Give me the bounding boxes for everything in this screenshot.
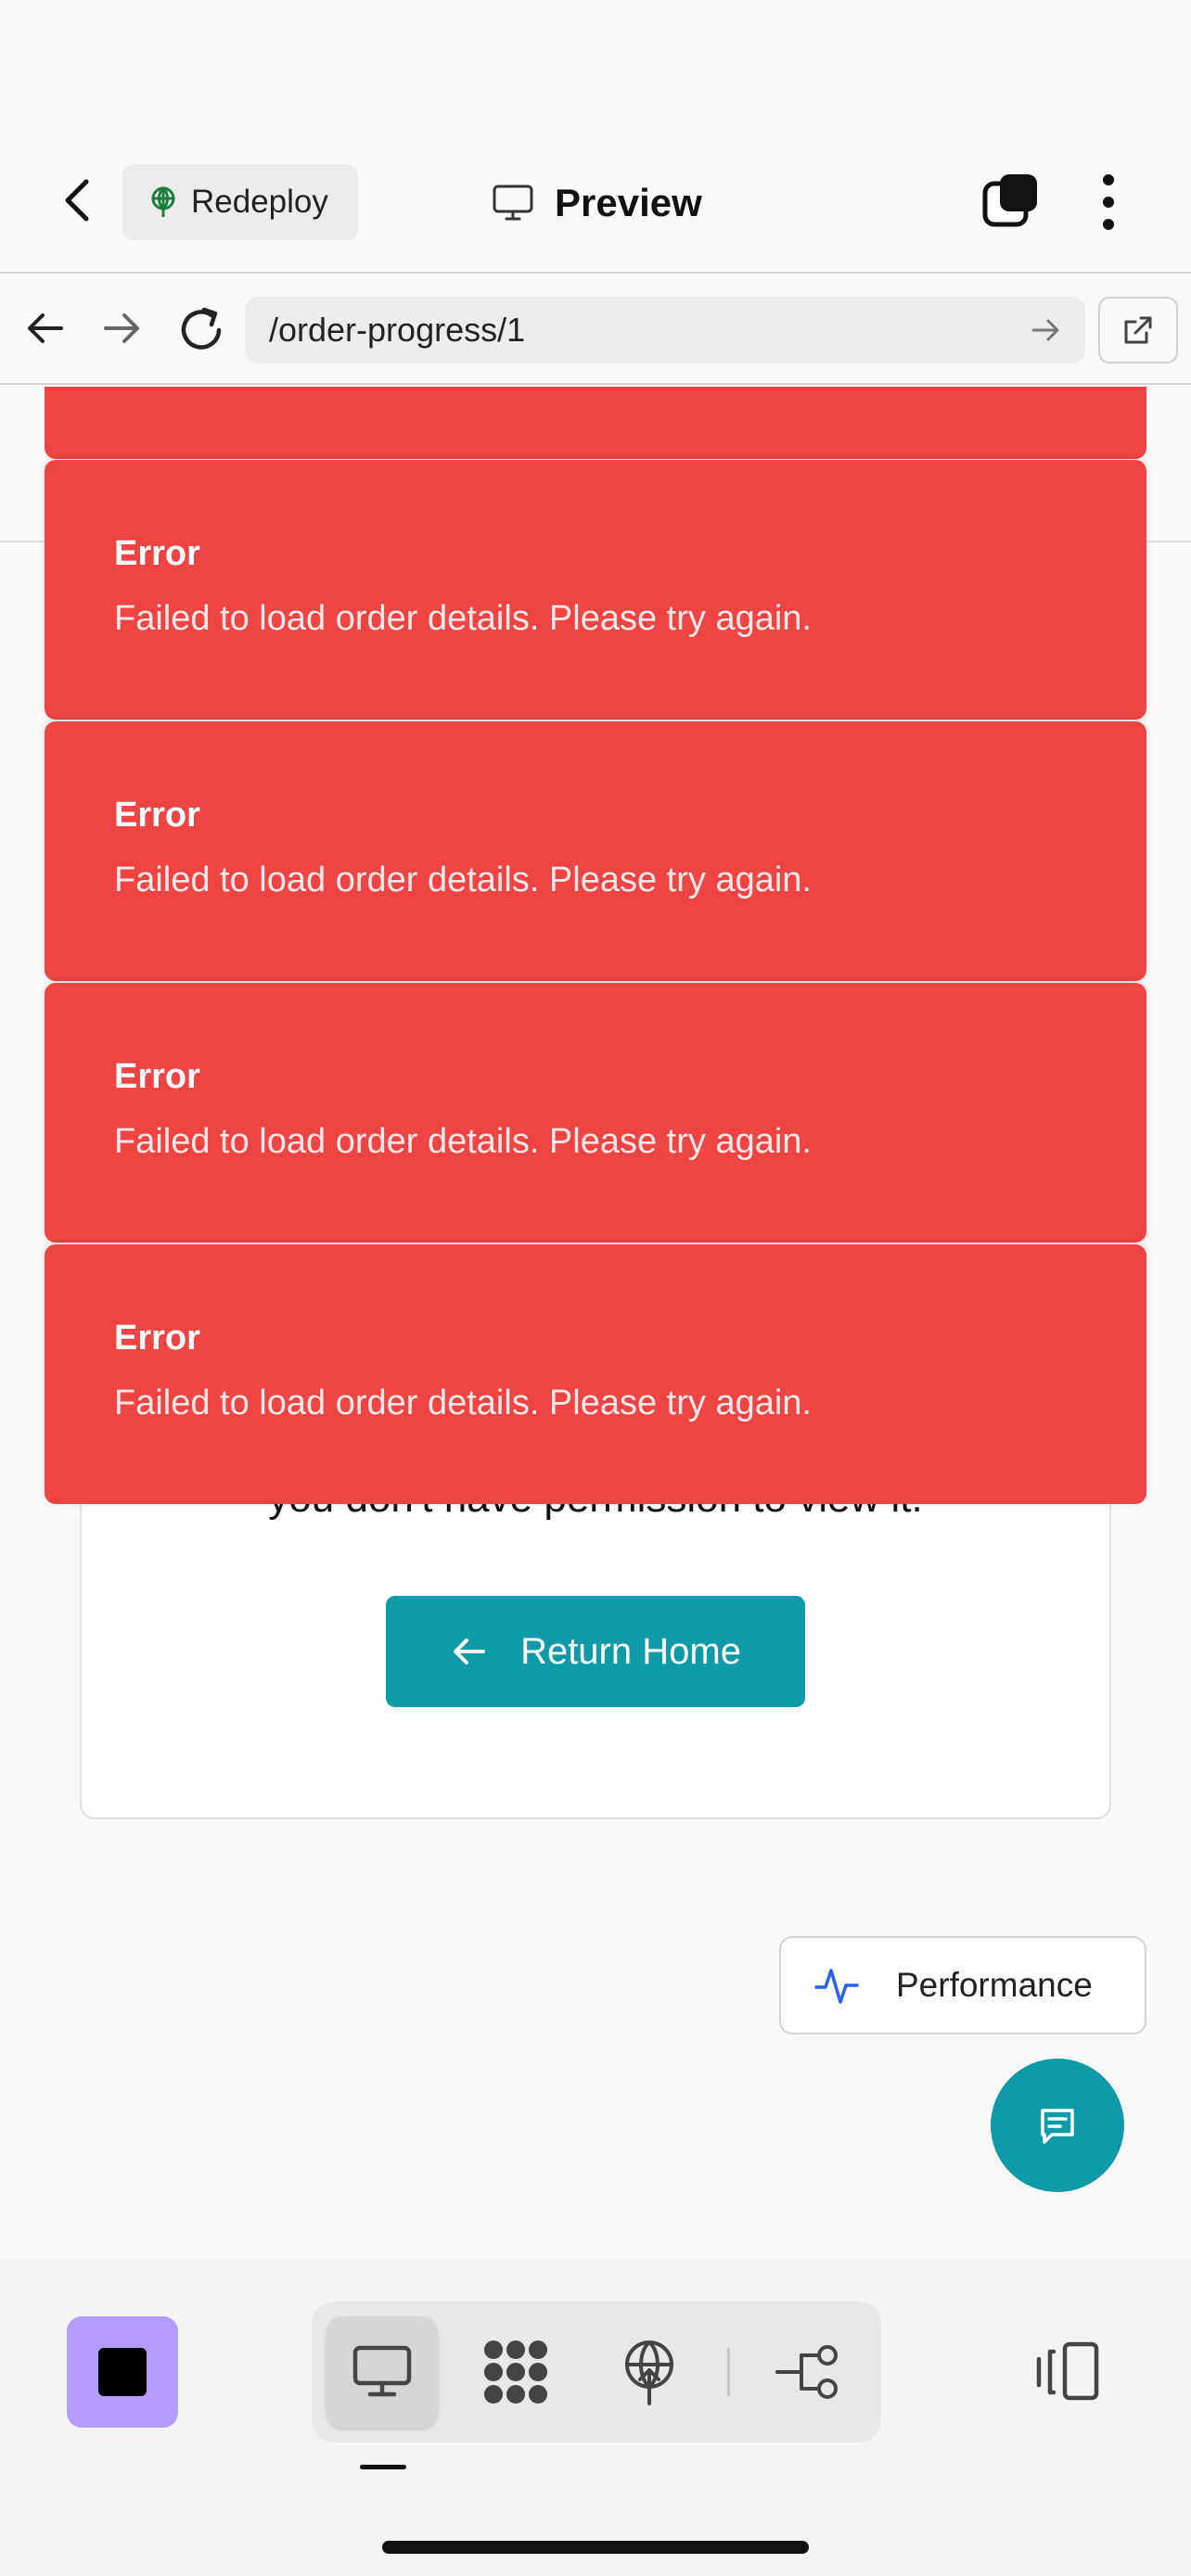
- preview-title: Preview: [492, 171, 702, 236]
- toast-title: Error: [114, 1057, 200, 1096]
- globe-upload-icon: [625, 2340, 673, 2405]
- url-field[interactable]: /order-progress/1: [245, 297, 1085, 363]
- toast-message: Failed to load order details. Please try…: [114, 1384, 812, 1422]
- workflow-view-tab[interactable]: [753, 2316, 864, 2428]
- preview-label: Preview: [555, 181, 702, 224]
- chevron-left-icon[interactable]: [51, 174, 103, 226]
- chat-icon: [1041, 2109, 1074, 2144]
- return-home-label: Return Home: [520, 1630, 741, 1672]
- workflow-icon: [775, 2345, 838, 2399]
- chat-button[interactable]: [991, 2059, 1124, 2192]
- error-toast[interactable]: Error Failed to load order details. Plea…: [45, 721, 1146, 981]
- toast-message: Failed to load order details. Please try…: [114, 599, 812, 638]
- return-home-button[interactable]: Return Home: [386, 1596, 805, 1707]
- error-toast[interactable]: Error Failed to load order details. Plea…: [45, 1244, 1146, 1504]
- active-tab-indicator: [360, 2465, 406, 2469]
- stop-icon: [98, 2348, 147, 2396]
- performance-button[interactable]: Performance: [779, 1936, 1146, 2034]
- toolbar-divider: [727, 2348, 730, 2396]
- reload-icon[interactable]: [178, 302, 226, 354]
- desktop-view-tab[interactable]: [327, 2316, 438, 2428]
- desktop-icon: [352, 2345, 412, 2397]
- toast-title: Error: [114, 534, 200, 573]
- tabs-icon[interactable]: [980, 172, 1039, 232]
- arrow-left-icon[interactable]: [22, 306, 67, 351]
- url-text: /order-progress/1: [269, 311, 526, 349]
- open-external-button[interactable]: [1098, 297, 1178, 363]
- external-link-icon: [1124, 316, 1152, 344]
- arrow-left-icon: [454, 1639, 486, 1664]
- panel-layout-icon: [1036, 2341, 1099, 2401]
- arrow-right-icon[interactable]: [100, 306, 145, 351]
- redeploy-button[interactable]: Redeploy: [122, 164, 358, 240]
- toast-message: Failed to load order details. Please try…: [114, 1122, 812, 1161]
- toast-edge: [45, 387, 1146, 459]
- toast-title: Error: [114, 796, 200, 835]
- error-toast[interactable]: Error Failed to load order details. Plea…: [45, 460, 1146, 720]
- error-toast[interactable]: Error Failed to load order details. Plea…: [45, 983, 1146, 1243]
- performance-label: Performance: [896, 1966, 1093, 2004]
- monitor-icon: [493, 185, 533, 221]
- database-view-tab[interactable]: [460, 2316, 571, 2428]
- deploy-view-tab[interactable]: [594, 2316, 705, 2428]
- more-vertical-icon[interactable]: [1095, 172, 1122, 232]
- home-indicator: [382, 2541, 809, 2554]
- stop-button[interactable]: [67, 2316, 178, 2428]
- grid-dots-icon: [484, 2340, 547, 2404]
- panel-toggle-button[interactable]: [1033, 2339, 1102, 2405]
- toast-message: Failed to load order details. Please try…: [114, 861, 812, 899]
- activity-icon: [814, 1969, 859, 2004]
- redeploy-label: Redeploy: [191, 184, 328, 220]
- go-arrow-icon[interactable]: [1030, 313, 1063, 347]
- toast-title: Error: [114, 1319, 200, 1358]
- globe-icon: [151, 186, 175, 217]
